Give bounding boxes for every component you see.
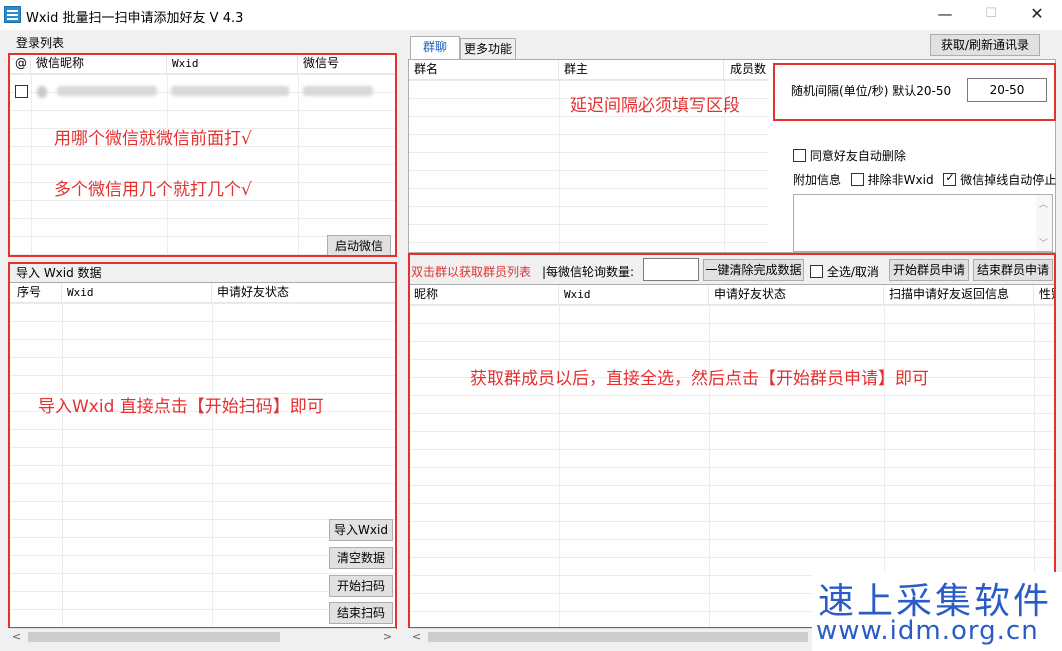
auto-delete-checkbox[interactable] xyxy=(793,149,806,162)
exclude-non-wxid-label: 排除非Wxid xyxy=(867,173,934,187)
auto-delete-label: 同意好友自动删除 xyxy=(809,149,906,163)
stop-scan-button[interactable]: 结束扫码 xyxy=(329,602,393,624)
auto-stop-checkbox[interactable] xyxy=(943,171,957,186)
select-all-label: 全选/取消 xyxy=(826,265,879,279)
import-list-header: 序号 Wxid 申请好友状态 xyxy=(9,283,395,303)
stop-member-apply-button[interactable]: 结束群员申请 xyxy=(973,259,1053,281)
import-wxid-button[interactable]: 导入Wxid xyxy=(329,519,393,541)
tab-group-chat[interactable]: 群聊 xyxy=(410,36,460,60)
col-apply-status: 申请好友状态 xyxy=(217,285,290,299)
wxid-blurred xyxy=(171,86,289,96)
scroll-left-icon[interactable]: < xyxy=(408,629,425,645)
col-import-wxid: Wxid xyxy=(62,283,212,303)
extra-info-row: 附加信息 排除非Wxid 微信掉线自动停止 xyxy=(793,171,1056,188)
select-all-option[interactable]: 全选/取消 xyxy=(810,263,879,280)
login-list-grid xyxy=(9,74,395,256)
close-button[interactable]: ✕ xyxy=(1014,0,1060,30)
extra-info-label: 附加信息 xyxy=(793,173,842,187)
col-at: @ xyxy=(9,54,31,74)
import-panel-label: 导入 Wxid 数据 xyxy=(16,266,102,280)
refresh-contacts-button[interactable]: 获取/刷新通讯录 xyxy=(930,34,1040,56)
col-index: 序号 xyxy=(9,283,62,303)
col-member-apply-status: 申请好友状态 xyxy=(709,285,884,305)
col-nickname: 微信昵称 xyxy=(31,54,167,74)
app-icon xyxy=(4,6,21,23)
auto-delete-option[interactable]: 同意好友自动删除 xyxy=(793,147,906,164)
watermark: 速上采集软件 www.idm.org.cn xyxy=(812,572,1062,651)
scroll-down-icon[interactable]: ﹀ xyxy=(1039,236,1048,249)
import-panel: 序号 Wxid 申请好友状态 导入Wxid 清空数据 开始扫码 结束扫码 xyxy=(8,282,396,628)
double-click-hint: 双击群以获取群员列表 xyxy=(411,265,532,279)
clear-data-button[interactable]: 清空数据 xyxy=(329,547,393,569)
interval-input[interactable]: 20-50 xyxy=(967,78,1047,102)
extra-info-textarea[interactable]: ︿ ﹀ xyxy=(793,194,1053,252)
member-list-header: 昵称 Wxid 申请好友状态 扫描申请好友返回信息 性别 xyxy=(409,285,1055,305)
col-group-owner: 群主 xyxy=(559,60,724,80)
col-wechat-id: 微信号 xyxy=(303,56,340,70)
annotation-login-2: 多个微信用几个就打几个√ xyxy=(54,180,252,200)
scroll-up-icon[interactable]: ︿ xyxy=(1039,197,1048,210)
col-member-count: 成员数 xyxy=(729,62,766,76)
col-scan-return-info: 扫描申请好友返回信息 xyxy=(884,285,1034,305)
avatar xyxy=(37,86,47,98)
col-group-name: 群名 xyxy=(409,60,559,80)
tab-more-functions[interactable]: 更多功能 xyxy=(460,38,516,60)
col-gender: 性别 xyxy=(1039,287,1055,301)
group-list-header: 群名 群主 成员数 xyxy=(409,60,769,80)
login-row-checkbox[interactable] xyxy=(15,85,28,98)
watermark-url: www.idm.org.cn xyxy=(816,616,1039,646)
auto-stop-option[interactable]: 微信掉线自动停止 xyxy=(943,171,1057,187)
login-list-panel: @ 微信昵称 Wxid 微信号 启动微信 xyxy=(8,53,396,257)
annotation-login-1: 用哪个微信就微信前面打√ xyxy=(54,129,252,149)
scroll-thumb[interactable] xyxy=(28,632,280,642)
poll-count-input[interactable] xyxy=(643,258,699,281)
col-wxid: Wxid xyxy=(167,54,298,74)
left-hscrollbar[interactable]: < > xyxy=(8,628,396,645)
exclude-non-wxid-option[interactable]: 排除非Wxid xyxy=(850,173,938,187)
scroll-right-icon[interactable]: > xyxy=(379,629,396,645)
wechat-id-blurred xyxy=(303,86,373,96)
poll-count-label: |每微信轮询数量: xyxy=(542,265,635,279)
scroll-left-icon[interactable]: < xyxy=(8,629,25,645)
auto-stop-label: 微信掉线自动停止 xyxy=(960,173,1057,187)
login-row[interactable] xyxy=(9,82,395,100)
annotation-member: 获取群成员以后，直接全选，然后点击【开始群员申请】即可 xyxy=(470,369,929,389)
col-member-nickname: 昵称 xyxy=(409,285,559,305)
clear-completed-button[interactable]: 一键清除完成数据 xyxy=(703,259,804,281)
nickname-blurred xyxy=(57,86,157,96)
scroll-thumb[interactable] xyxy=(428,632,808,642)
window-title: Wxid 批量扫一扫申请添加好友 V 4.3 xyxy=(26,11,244,26)
start-member-apply-button[interactable]: 开始群员申请 xyxy=(889,259,969,281)
col-member-wxid: Wxid xyxy=(559,285,709,305)
group-list-panel: 群名 群主 成员数 随机间隔(单位/秒) 默认20-50 20-50 同意好友自… xyxy=(408,59,1056,253)
start-scan-button[interactable]: 开始扫码 xyxy=(329,575,393,597)
annotation-interval: 延迟间隔必须填写区段 xyxy=(570,96,740,116)
login-list-header: @ 微信昵称 Wxid 微信号 xyxy=(9,54,395,74)
select-all-checkbox[interactable] xyxy=(810,265,823,278)
title-bar: Wxid 批量扫一扫申请添加好友 V 4.3 — ☐ ✕ xyxy=(0,0,1062,30)
exclude-non-wxid-checkbox[interactable] xyxy=(850,173,864,186)
minimize-button[interactable]: — xyxy=(922,0,968,30)
interval-label: 随机间隔(单位/秒) 默认20-50 xyxy=(791,84,952,98)
annotation-import: 导入Wxid 直接点击【开始扫码】即可 xyxy=(38,397,324,417)
right-hscrollbar[interactable]: < xyxy=(408,628,812,645)
maximize-button[interactable]: ☐ xyxy=(968,0,1014,30)
textarea-vscrollbar[interactable]: ︿ ﹀ xyxy=(1036,195,1052,251)
start-wechat-button[interactable]: 启动微信 xyxy=(327,235,391,257)
login-list-label: 登录列表 xyxy=(16,36,65,50)
